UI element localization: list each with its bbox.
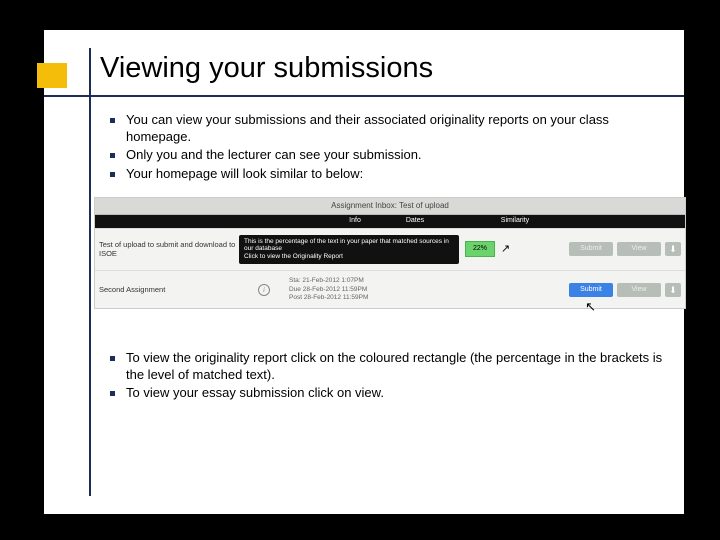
table-row: Second Assignment i Sta: 21-Feb-2012 1:0… xyxy=(95,270,685,308)
screenshot-banner: Assignment Inbox: Test of upload xyxy=(95,198,685,215)
horizontal-rule xyxy=(44,95,684,97)
col-info: Info xyxy=(325,217,385,226)
submit-button[interactable]: Submit xyxy=(569,242,613,256)
bullet-item: Your homepage will look similar to below… xyxy=(104,166,664,183)
col-similarity: Similarity xyxy=(445,217,585,226)
assignment-name: Test of upload to submit and download to… xyxy=(99,240,239,259)
originality-tooltip: This is the percentage of the text in yo… xyxy=(239,235,459,264)
info-icon[interactable]: i xyxy=(258,284,270,296)
submit-button[interactable]: Submit xyxy=(569,283,613,297)
slide: Viewing your submissions You can view yo… xyxy=(44,30,684,514)
body-bottom: To view the originality report click on … xyxy=(104,350,664,404)
cursor-icon: ↖ xyxy=(585,299,596,316)
download-icon[interactable]: ⬇ xyxy=(665,283,681,297)
download-icon[interactable]: ⬇ xyxy=(665,242,681,256)
view-button[interactable]: View xyxy=(617,242,661,256)
bullet-item: You can view your submissions and their … xyxy=(104,112,664,145)
bullet-item: To view your essay submission click on v… xyxy=(104,385,664,402)
body-top: You can view your submissions and their … xyxy=(104,112,664,309)
date-block: Sta: 21-Feb-2012 1:07PM Due 28-Feb-2012 … xyxy=(289,277,399,302)
accent-square xyxy=(37,63,67,88)
vertical-rule xyxy=(89,48,91,496)
assignment-name: Second Assignment xyxy=(99,285,239,295)
embedded-screenshot: Assignment Inbox: Test of upload Info Da… xyxy=(104,197,664,310)
bullet-item: Only you and the lecturer can see your s… xyxy=(104,147,664,164)
view-button[interactable]: View xyxy=(617,283,661,297)
similarity-badge[interactable]: 22% xyxy=(465,241,495,257)
bullet-item: To view the originality report click on … xyxy=(104,350,664,383)
table-row: Test of upload to submit and download to… xyxy=(95,228,685,270)
cursor-icon xyxy=(501,242,513,256)
screenshot-column-headers: Info Dates Similarity xyxy=(95,215,685,228)
col-dates: Dates xyxy=(385,217,445,226)
slide-title: Viewing your submissions xyxy=(100,52,433,85)
